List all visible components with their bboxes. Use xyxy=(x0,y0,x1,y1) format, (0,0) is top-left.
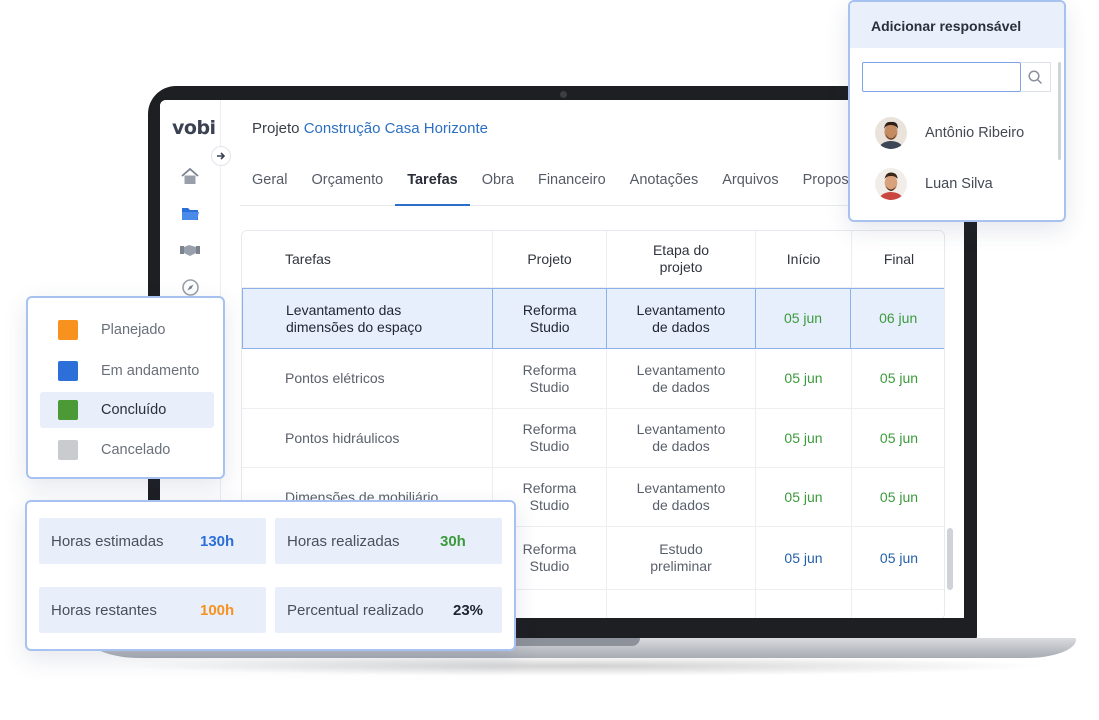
collapse-sidebar-button[interactable] xyxy=(211,146,231,166)
stage-cell: Levantamento de dados xyxy=(607,349,756,408)
project-cell: Reforma Studio xyxy=(493,349,607,408)
person-option-luan[interactable]: Luan Silva xyxy=(875,166,993,202)
task-cell: Pontos elétricos xyxy=(242,349,493,408)
table-scrollbar[interactable] xyxy=(947,528,953,590)
add-responsible-panel: Adicionar responsável Antônio Ribeiro Lu… xyxy=(848,0,1066,222)
header-etapa[interactable]: Etapa do projeto xyxy=(607,231,756,287)
status-label: Planejado xyxy=(101,322,166,338)
stat-label: Horas estimadas xyxy=(51,532,164,550)
tab-obra[interactable]: Obra xyxy=(470,170,526,206)
status-option-concluido[interactable]: Concluído xyxy=(40,392,214,428)
end-date-cell[interactable]: 05 jun xyxy=(852,409,944,467)
responsible-search-input[interactable] xyxy=(862,62,1021,92)
project-breadcrumb: Projeto Construção Casa Horizonte xyxy=(252,120,488,137)
tab-financeiro[interactable]: Financeiro xyxy=(526,170,618,206)
empty-cell xyxy=(852,590,944,618)
tab-arquivos[interactable]: Arquivos xyxy=(710,170,790,206)
table-row[interactable]: Levantamento das dimensões do espaço Ref… xyxy=(242,288,944,349)
avatar xyxy=(875,117,907,149)
project-name-link[interactable]: Construção Casa Horizonte xyxy=(304,120,488,137)
start-date-cell[interactable]: 05 jun xyxy=(756,409,852,467)
tab-geral[interactable]: Geral xyxy=(240,170,299,206)
end-date-cell[interactable]: 05 jun xyxy=(852,468,944,526)
vobi-logo[interactable]: vobi xyxy=(172,117,216,139)
task-cell: Levantamento das dimensões do espaço xyxy=(243,289,494,348)
empty-cell xyxy=(756,590,852,618)
done-hours-card: Horas realizadas 30h xyxy=(275,518,502,564)
status-swatch xyxy=(58,320,78,340)
status-option-em-andamento[interactable]: Em andamento xyxy=(40,353,214,389)
add-responsible-title: Adicionar responsável xyxy=(850,2,1064,48)
search-icon xyxy=(1028,69,1043,84)
project-cell: Reforma Studio xyxy=(493,289,608,348)
stat-value: 23% xyxy=(453,601,484,619)
end-date-cell[interactable]: 05 jun xyxy=(852,349,944,408)
status-label: Cancelado xyxy=(101,442,171,458)
status-swatch xyxy=(58,400,78,420)
header-tarefas[interactable]: Tarefas xyxy=(242,231,493,287)
header-final[interactable]: Final xyxy=(852,231,944,287)
stat-value: 130h xyxy=(200,532,235,550)
hours-summary-panel: Horas estimadas 130h Horas realizadas 30… xyxy=(25,500,516,651)
tab-anotacoes[interactable]: Anotações xyxy=(618,170,711,206)
handshake-icon[interactable] xyxy=(180,240,200,260)
person-option-antonio[interactable]: Antônio Ribeiro xyxy=(875,115,1024,151)
status-label: Concluído xyxy=(101,402,167,418)
tab-orcamento[interactable]: Orçamento xyxy=(299,170,395,206)
person-name: Luan Silva xyxy=(925,176,993,192)
status-selector-panel: Planejado Em andamento Concluído Cancela… xyxy=(26,296,225,479)
stat-label: Horas restantes xyxy=(51,601,157,619)
stage-cell: Levantamento de dados xyxy=(607,409,756,467)
stage-cell: Estudo preliminar xyxy=(607,527,756,589)
end-date-cell[interactable]: 06 jun xyxy=(851,289,944,348)
status-swatch xyxy=(58,440,78,460)
stat-label: Percentual realizado xyxy=(287,601,424,619)
status-swatch xyxy=(58,361,78,381)
header-inicio[interactable]: Início xyxy=(756,231,852,287)
project-cell: Reforma Studio xyxy=(493,409,607,467)
start-date-cell[interactable]: 05 jun xyxy=(756,349,852,408)
tab-tarefas[interactable]: Tarefas xyxy=(395,170,470,206)
stat-value: 30h xyxy=(440,532,466,550)
table-row[interactable]: Pontos hidráulicos Reforma Studio Levant… xyxy=(242,409,944,468)
status-option-cancelado[interactable]: Cancelado xyxy=(40,432,214,468)
start-date-cell[interactable]: 05 jun xyxy=(756,527,852,589)
remaining-hours-card: Horas restantes 100h xyxy=(39,587,266,633)
empty-cell xyxy=(607,590,756,618)
table-header-row: Tarefas Projeto Etapa do projeto Início … xyxy=(242,231,944,288)
person-name: Antônio Ribeiro xyxy=(925,125,1025,141)
folder-icon[interactable] xyxy=(180,203,200,223)
project-prefix: Projeto xyxy=(252,120,300,137)
stage-cell: Levantamento de dados xyxy=(607,468,756,526)
end-date-cell[interactable]: 05 jun xyxy=(852,527,944,589)
compass-icon[interactable] xyxy=(180,277,200,297)
stat-label: Horas realizadas xyxy=(287,532,400,550)
start-date-cell[interactable]: 05 jun xyxy=(756,468,852,526)
avatar xyxy=(875,168,907,200)
estimated-hours-card: Horas estimadas 130h xyxy=(39,518,266,564)
laptop-camera xyxy=(560,91,567,98)
header-projeto[interactable]: Projeto xyxy=(493,231,607,287)
responsible-scrollbar[interactable] xyxy=(1058,62,1061,160)
stat-value: 100h xyxy=(200,601,235,619)
search-button[interactable] xyxy=(1021,62,1051,92)
percent-done-card: Percentual realizado 23% xyxy=(275,587,502,633)
stage-cell: Levantamento de dados xyxy=(607,289,756,348)
status-label: Em andamento xyxy=(101,363,200,379)
start-date-cell[interactable]: 05 jun xyxy=(756,289,852,348)
laptop-shadow xyxy=(120,656,1050,676)
table-row[interactable]: Pontos elétricos Reforma Studio Levantam… xyxy=(242,349,944,409)
status-option-planejado[interactable]: Planejado xyxy=(40,312,214,348)
home-icon[interactable] xyxy=(180,166,200,186)
task-cell: Pontos hidráulicos xyxy=(242,409,493,467)
